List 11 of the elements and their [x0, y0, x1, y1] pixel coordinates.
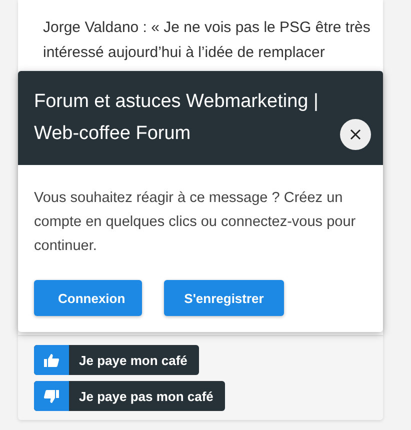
- dialog-title: Forum et astuces Webmarketing | Web-coffee Forum: [34, 90, 320, 146]
- dialog-message: Vous souhaitez réagir à ce message ? Créez un compte en quelques clics ou connectez-vous pour continuer.: [34, 189, 357, 256]
- vote-button[interactable]: Je paye mon café: [34, 345, 200, 375]
- login-button[interactable]: Connexion: [34, 280, 142, 316]
- close-button[interactable]: [340, 119, 371, 150]
- vote-button[interactable]: Je paye pas mon café: [34, 381, 226, 411]
- thumbs-up-icon: [44, 354, 59, 366]
- register-button[interactable]: S'enregistrer: [164, 280, 284, 316]
- thumbs-down-icon: [44, 390, 59, 402]
- close-icon: [350, 129, 361, 140]
- post-text: Jorge Valdano : « Je ne vois pas le PSG être très intéressé aujourd’hui à l’idée de remplacer: [43, 18, 372, 63]
